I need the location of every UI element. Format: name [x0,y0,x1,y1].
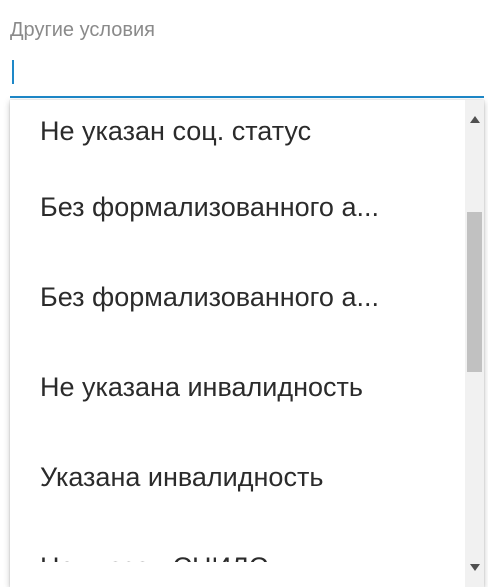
scroll-up-arrow-icon[interactable] [470,116,480,123]
other-conditions-field[interactable] [10,54,484,107]
options-list: Не указан соц. статус Без формализованно… [10,100,465,562]
scrollbar[interactable] [465,100,484,587]
scrollbar-thumb[interactable] [467,212,482,372]
dropdown-menu: Не указан соц. статус Без формализованно… [10,100,484,587]
option-item[interactable]: Без формализованного а... [10,162,465,252]
option-item[interactable]: Указана инвалидность [10,432,465,522]
other-conditions-input[interactable] [10,54,484,96]
text-cursor [12,60,14,84]
option-item[interactable]: Не указан соц. статус [10,100,465,162]
field-label: Другие условия [10,19,156,41]
scroll-down-arrow-icon[interactable] [470,564,480,571]
option-item[interactable]: Не указана инвалидность [10,342,465,432]
focus-underline [10,96,484,98]
option-item[interactable]: Не указан СНИЛС [10,522,465,562]
option-item[interactable]: Без формализованного а... [10,252,465,342]
